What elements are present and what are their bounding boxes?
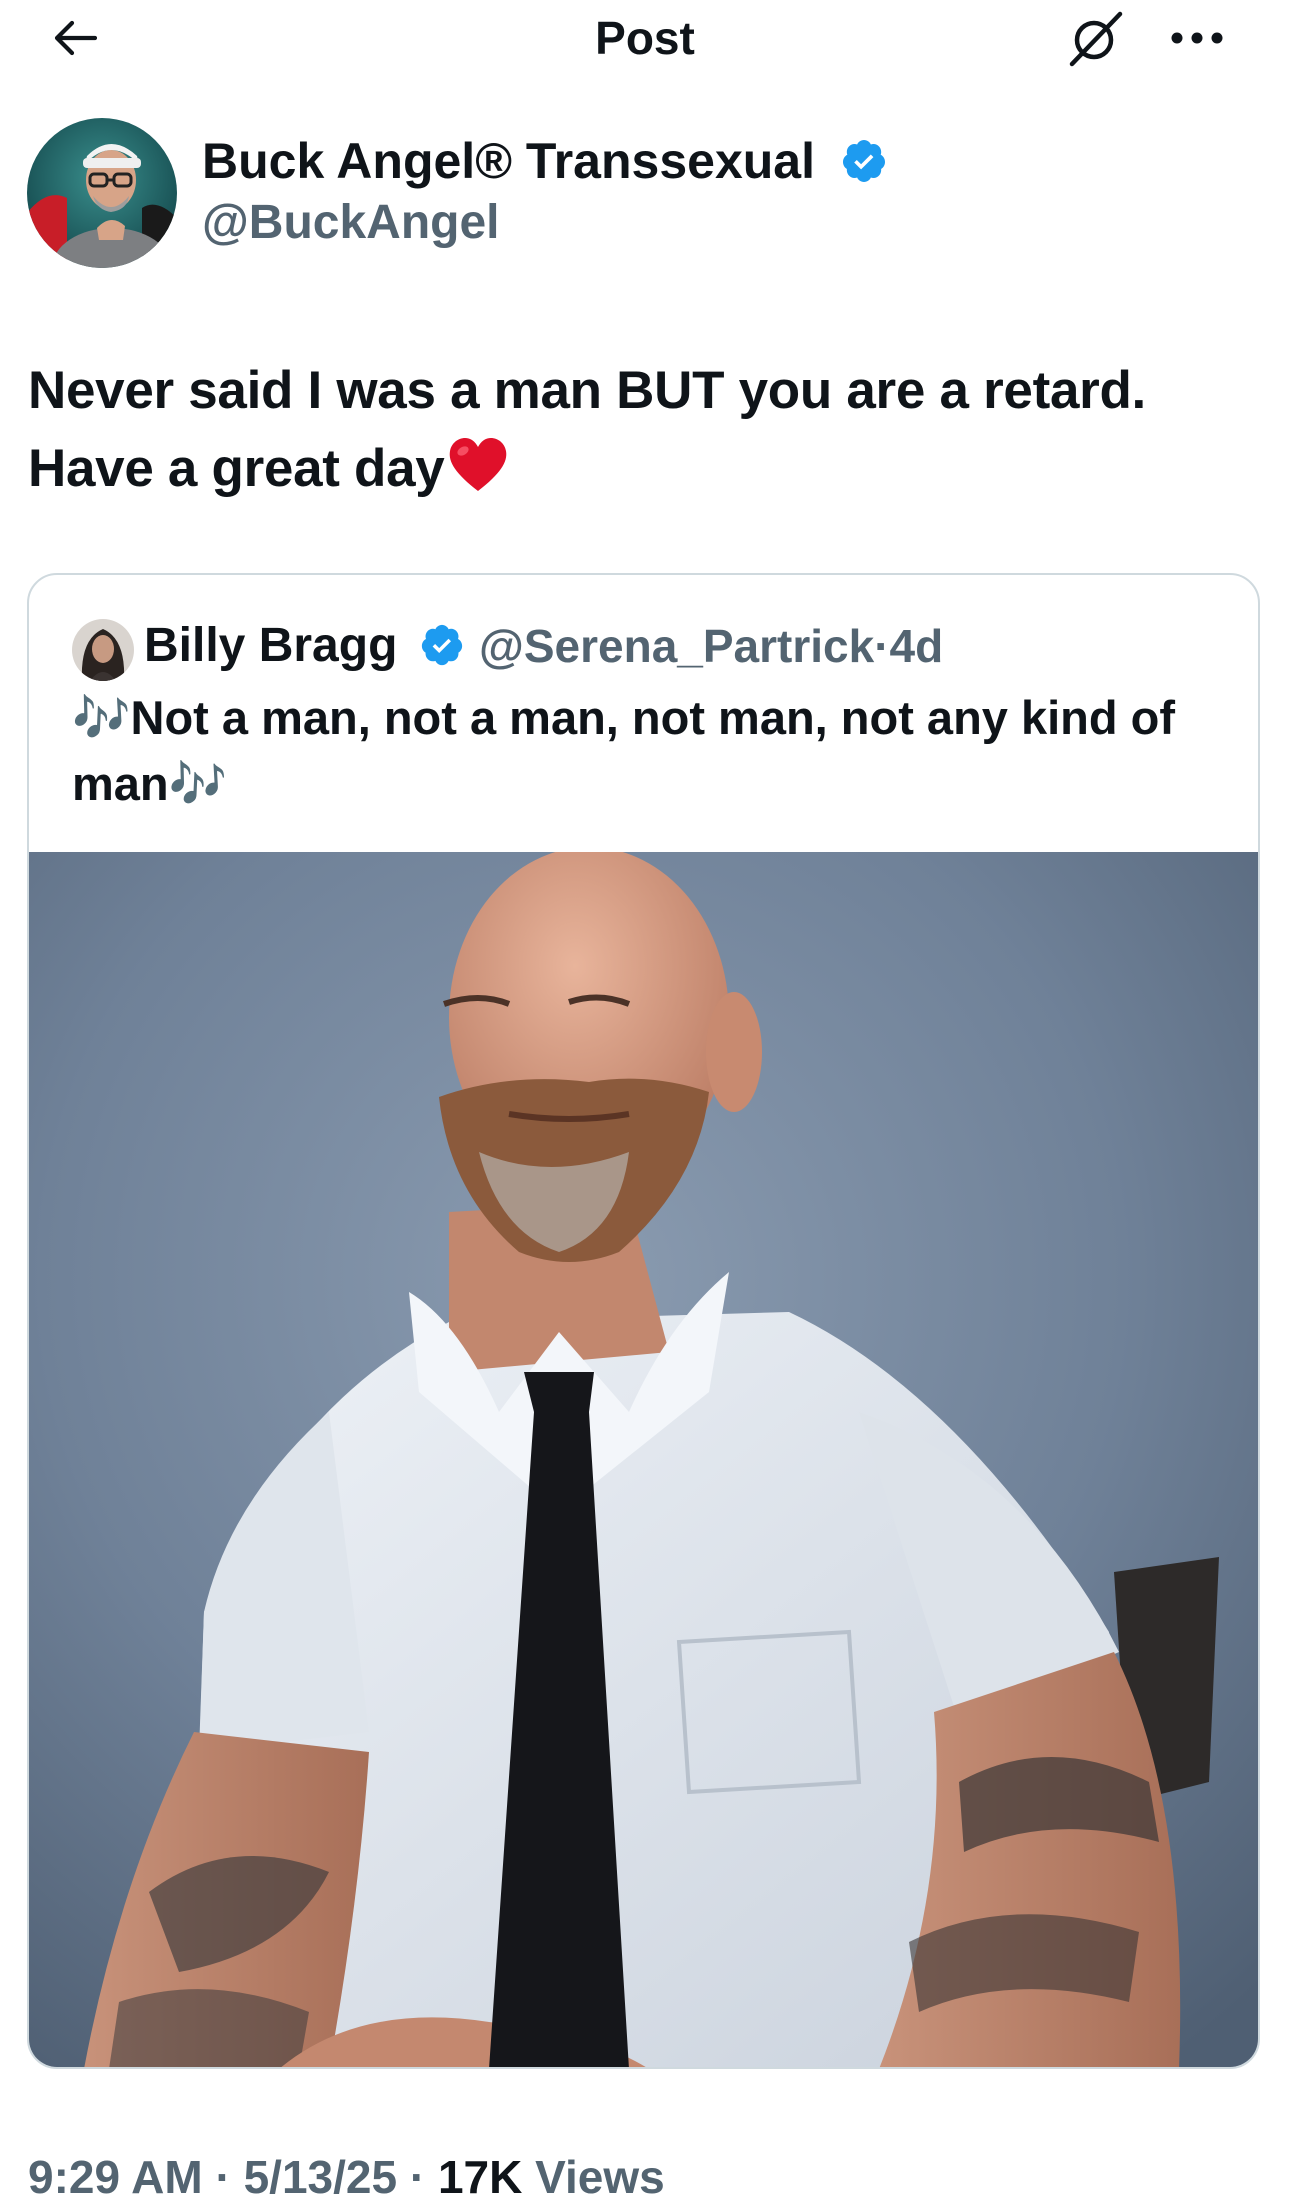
post-text-line: Never said I was a man BUT you are a ret… (28, 361, 1146, 420)
back-button[interactable] (40, 6, 110, 70)
post-text-line: Have a great day (28, 430, 1248, 508)
author-avatar[interactable] (27, 118, 177, 268)
verified-badge-icon (842, 140, 885, 182)
more-options-button[interactable] (1160, 10, 1234, 66)
quoted-author-name: Billy Bragg (144, 619, 398, 672)
back-arrow-icon (54, 20, 97, 56)
dot-separator: · (215, 2151, 231, 2203)
dot-separator: · (409, 2151, 426, 2203)
view-count: 17K (437, 2151, 523, 2203)
heart-emoji (450, 438, 507, 491)
quoted-post-photo[interactable] (29, 852, 1258, 2067)
post-text: Never said I was a man BUT you are a ret… (28, 352, 1248, 508)
grok-icon (1069, 11, 1123, 67)
more-icon (1171, 32, 1223, 44)
verified-badge-icon (421, 624, 463, 666)
post-meta: 9:29 AM · 5/13/25 · 17K Views (28, 2146, 665, 2208)
post-date: 5/13/25 (243, 2151, 398, 2203)
author-handle[interactable]: @BuckAngel (202, 193, 500, 253)
dot-separator: · (874, 620, 890, 672)
author-display-name[interactable]: Buck Angel® Transsexual (202, 130, 815, 192)
quoted-post-age: 4d (889, 620, 944, 672)
quoted-handle-text: @Serena_Partrick (479, 620, 875, 672)
quoted-author-handle: @Serena_Partrick·4d (479, 615, 943, 677)
post-text-fragment: Have a great day (28, 439, 445, 498)
grok-button[interactable] (1060, 4, 1132, 72)
quoted-post-text: 🎶Not a man, not a man, not man, not any … (72, 691, 1176, 810)
top-navigation-bar: Post (0, 0, 1290, 76)
post-time: 9:29 AM (28, 2151, 203, 2203)
quoted-post-card[interactable]: Billy Bragg @Serena_Partrick·4d 🎶Not a m… (27, 573, 1260, 2069)
views-label[interactable]: Views (535, 2151, 665, 2203)
quoted-author-avatar (72, 619, 134, 681)
